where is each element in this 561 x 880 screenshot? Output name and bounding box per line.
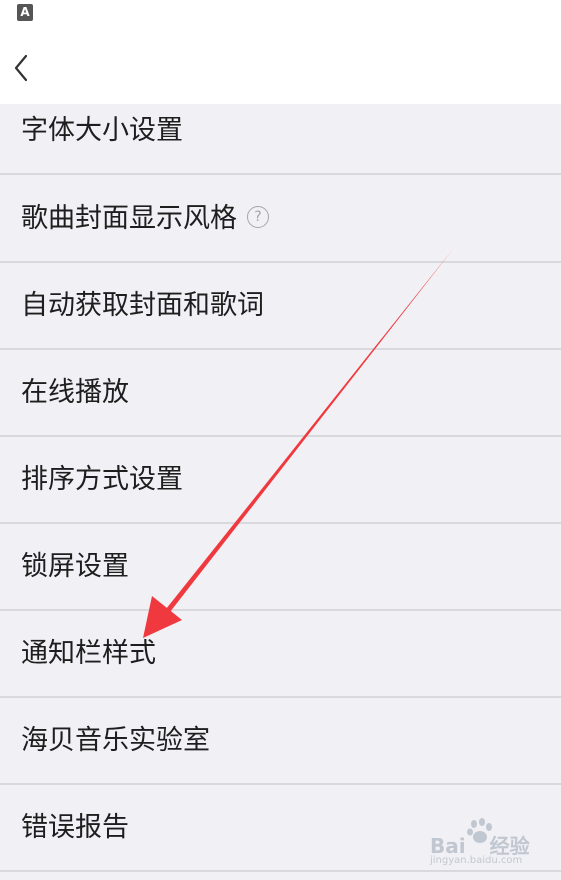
back-button[interactable]	[4, 46, 44, 90]
settings-item-label: 字体大小设置	[21, 115, 183, 146]
keyboard-a-icon-text: A	[20, 5, 30, 19]
settings-item-label-text: 歌曲封面显示风格	[21, 203, 237, 234]
settings-item-label: 歌曲封面显示风格?	[21, 177, 269, 261]
settings-item-label: 海贝音乐实验室	[21, 725, 210, 756]
chevron-left-icon	[14, 54, 28, 82]
keyboard-a-icon: A	[17, 4, 33, 21]
settings-item-label: 锁屏设置	[21, 551, 129, 582]
settings-item-label: 在线播放	[21, 377, 129, 408]
settings-item-notification-style[interactable]: 通知栏样式	[0, 612, 561, 698]
baidu-jingyan-watermark: Bai 经验 jingyan.baidu.com	[430, 818, 550, 870]
settings-item-label: 通知栏样式	[21, 638, 156, 669]
settings-item-sort-order[interactable]: 排序方式设置	[0, 438, 561, 524]
settings-item-font-size[interactable]: 字体大小设置	[0, 89, 561, 175]
settings-item-cover-style[interactable]: 歌曲封面显示风格?	[0, 177, 561, 263]
settings-item-online-play[interactable]: 在线播放	[0, 351, 561, 437]
settings-item-auto-fetch[interactable]: 自动获取封面和歌词	[0, 264, 561, 350]
settings-item-label: 排序方式设置	[21, 464, 183, 495]
watermark-url: jingyan.baidu.com	[430, 855, 523, 866]
settings-item-label: 错误报告	[21, 812, 129, 843]
settings-item-lab[interactable]: 海贝音乐实验室	[0, 699, 561, 785]
settings-item-label: 自动获取封面和歌词	[21, 290, 264, 321]
settings-list: 字体大小设置 歌曲封面显示风格? 自动获取封面和歌词 在线播放 排序方式设置 锁…	[0, 104, 561, 880]
help-icon[interactable]: ?	[247, 205, 269, 228]
status-bar: A	[0, 0, 561, 32]
settings-item-lock-screen[interactable]: 锁屏设置	[0, 525, 561, 611]
